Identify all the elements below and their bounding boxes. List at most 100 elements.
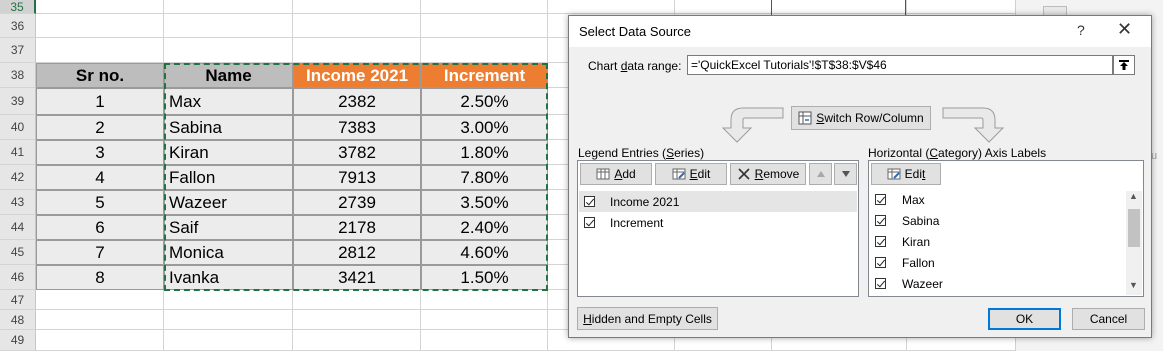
table-cell-increment[interactable]: 1.80%	[421, 140, 548, 165]
table-cell-sr-no[interactable]: 1	[36, 88, 164, 115]
table-cell-increment[interactable]: 3.00%	[421, 115, 548, 140]
table-cell-increment[interactable]: 1.50%	[421, 265, 548, 290]
axis-label-item[interactable]: Kiran	[870, 231, 1126, 252]
hidden-empty-cells-button[interactable]: Hidden and Empty Cells	[577, 307, 718, 330]
table-cell-sr-no[interactable]: 3	[36, 140, 164, 165]
table-cell-name[interactable]: Fallon	[164, 165, 293, 190]
table-cell-increment[interactable]: 2.50%	[421, 88, 548, 115]
close-icon[interactable]: ✕	[1117, 19, 1132, 40]
series-item[interactable]: Income 2021	[579, 191, 857, 212]
table-cell-income-2021[interactable]: 2382	[293, 88, 421, 115]
series-item[interactable]: Increment	[579, 212, 857, 233]
axis-label-checkbox[interactable]	[875, 236, 886, 247]
axis-label-text: Max	[902, 192, 925, 207]
edit-table-icon	[672, 168, 686, 180]
axis-labels-panel: Edit Max Sabina Kiran Fallon Wazeer ▲ ▼	[868, 160, 1144, 297]
table-cell-sr-no[interactable]: 6	[36, 215, 164, 240]
edit-axis-labels-button[interactable]: Edit	[871, 163, 941, 185]
row-header[interactable]: 36	[0, 14, 36, 38]
add-series-button[interactable]: Add	[580, 163, 652, 185]
axis-labels-title: Horizontal (Category) Axis Labels	[868, 146, 1047, 160]
row-header[interactable]: 49	[0, 330, 36, 351]
axis-labels-scrollbar[interactable]: ▲ ▼	[1126, 191, 1142, 295]
axis-label-item[interactable]: Fallon	[870, 252, 1126, 273]
left-curved-arrow-icon	[721, 107, 784, 143]
table-cell-name[interactable]: Ivanka	[164, 265, 293, 290]
chart-object-edge[interactable]	[771, 0, 906, 16]
series-checkbox[interactable]	[584, 217, 595, 228]
axis-label-item[interactable]: Max	[870, 189, 1126, 210]
axis-label-text: Sabina	[902, 213, 940, 228]
axis-label-text: Fallon	[902, 255, 935, 270]
move-up-button[interactable]	[809, 163, 832, 185]
remove-series-button[interactable]: Remove	[730, 163, 806, 185]
switch-grid-icon	[798, 111, 812, 125]
header-cell-sr-no[interactable]: Sr no.	[36, 63, 164, 88]
add-series-label: Add	[614, 167, 636, 181]
row-header[interactable]: 39	[0, 88, 36, 115]
edit-series-button[interactable]: Edit	[655, 163, 727, 185]
table-cell-income-2021[interactable]: 2739	[293, 190, 421, 215]
scrollbar-thumb[interactable]	[1128, 209, 1140, 247]
table-cell-income-2021[interactable]: 3421	[293, 265, 421, 290]
table-cell-income-2021[interactable]: 7913	[293, 165, 421, 190]
table-cell-sr-no[interactable]: 8	[36, 265, 164, 290]
row-header[interactable]: 44	[0, 215, 36, 240]
table-cell-increment[interactable]: 2.40%	[421, 215, 548, 240]
row-header[interactable]: 48	[0, 310, 36, 330]
header-cell-income-2021[interactable]: Income 2021	[293, 63, 421, 88]
hidden-empty-cells-label: Hidden and Empty Cells	[583, 311, 712, 326]
table-cell-name[interactable]: Saif	[164, 215, 293, 240]
axis-label-checkbox[interactable]	[875, 257, 886, 268]
row-header[interactable]: 41	[0, 140, 36, 165]
axis-label-item[interactable]: Sabina	[870, 210, 1126, 231]
table-cell-income-2021[interactable]: 7383	[293, 115, 421, 140]
header-cell-increment[interactable]: Increment	[421, 63, 548, 88]
row-header[interactable]: 42	[0, 165, 36, 190]
table-cell-increment[interactable]: 4.60%	[421, 240, 548, 265]
table-cell-name[interactable]: Sabina	[164, 115, 293, 140]
row-header[interactable]: 40	[0, 115, 36, 140]
axis-label-item[interactable]: Wazeer	[870, 273, 1126, 294]
table-cell-income-2021[interactable]: 2812	[293, 240, 421, 265]
dialog-titlebar[interactable]: Select Data Source ? ✕	[569, 16, 1151, 47]
table-cell-name[interactable]: Max	[164, 88, 293, 115]
legend-entries-title: Legend Entries (Series)	[578, 146, 705, 160]
table-cell-income-2021[interactable]: 3782	[293, 140, 421, 165]
series-item-label: Income 2021	[610, 194, 680, 209]
axis-label-checkbox[interactable]	[875, 194, 886, 205]
row-header[interactable]: 46	[0, 265, 36, 290]
row-header[interactable]: 37	[0, 38, 36, 63]
table-cell-name[interactable]: Kiran	[164, 140, 293, 165]
table-cell-income-2021[interactable]: 2178	[293, 215, 421, 240]
move-down-button[interactable]	[834, 163, 857, 185]
chart-data-range-input[interactable]: ='QuickExcel Tutorials'!$T$38:$V$46	[687, 55, 1113, 75]
row-header[interactable]: 45	[0, 240, 36, 265]
table-cell-increment[interactable]: 3.50%	[421, 190, 548, 215]
switch-row-column-button[interactable]: Switch Row/Column	[791, 106, 931, 130]
scroll-up-icon[interactable]: ▲	[1129, 191, 1138, 201]
table-cell-sr-no[interactable]: 2	[36, 115, 164, 140]
row-header[interactable]: 38	[0, 63, 36, 88]
help-icon[interactable]: ?	[1077, 22, 1085, 38]
scroll-down-icon[interactable]: ▼	[1129, 280, 1138, 290]
table-cell-sr-no[interactable]: 7	[36, 240, 164, 265]
table-cell-name[interactable]: Wazeer	[164, 190, 293, 215]
axis-label-checkbox[interactable]	[875, 278, 886, 289]
axis-label-text: Wazeer	[902, 276, 943, 291]
table-cell-sr-no[interactable]: 4	[36, 165, 164, 190]
table-cell-name[interactable]: Monica	[164, 240, 293, 265]
row-header[interactable]: 35	[0, 0, 36, 14]
table-cell-increment[interactable]: 7.80%	[421, 165, 548, 190]
table-cell-sr-no[interactable]: 5	[36, 190, 164, 215]
header-cell-name[interactable]: Name	[164, 63, 293, 88]
series-checkbox[interactable]	[584, 196, 595, 207]
row-header[interactable]: 47	[0, 290, 36, 310]
axis-label-checkbox[interactable]	[875, 215, 886, 226]
dialog-title: Select Data Source	[579, 24, 692, 39]
row-header[interactable]: 43	[0, 190, 36, 215]
axis-label-text: Kiran	[902, 234, 931, 249]
collapse-dialog-button[interactable]	[1113, 55, 1135, 75]
cancel-button[interactable]: Cancel	[1072, 308, 1145, 330]
ok-button[interactable]: OK	[988, 308, 1061, 330]
